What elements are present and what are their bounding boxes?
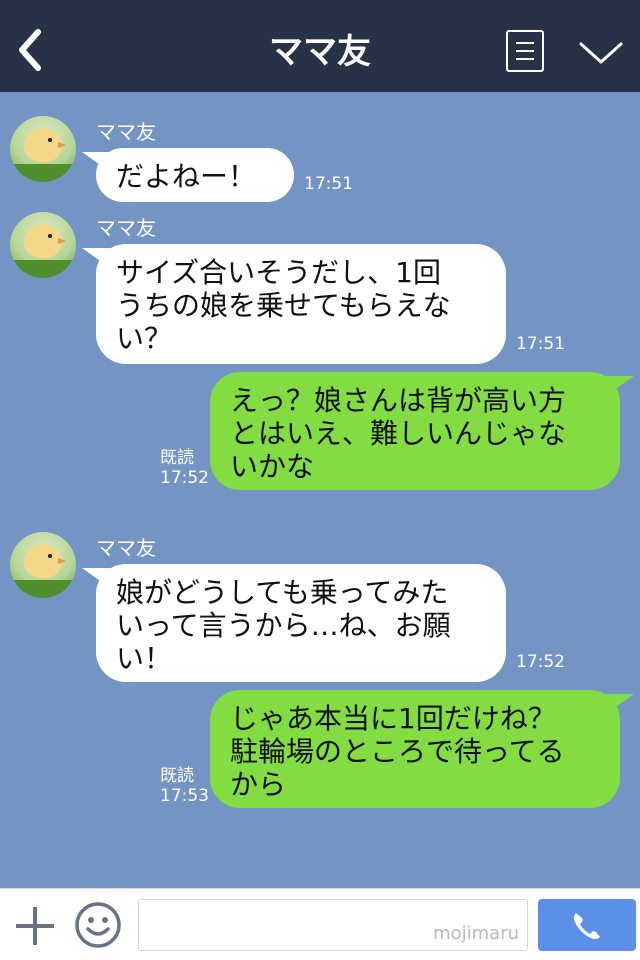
back-button[interactable]	[14, 28, 50, 72]
message-line: うちの娘を乗せてもらえな	[116, 289, 451, 322]
read-status: 既読 17:52	[160, 448, 209, 488]
collapse-button[interactable]	[578, 38, 624, 68]
avatar[interactable]	[10, 116, 76, 182]
message-line: から	[230, 768, 287, 801]
chevron-down-icon	[579, 42, 623, 64]
message-line: えっ？娘さんは背が高い方	[230, 384, 567, 417]
message-line: いって言うから…ね、お願	[116, 609, 451, 642]
chat-area[interactable]: ママ友 だよねー！ 17:51 ママ友 サイズ合いそうだし、1回 うちの娘を乗せ…	[0, 92, 640, 888]
message-line: じゃあ本当に1回だけね？	[230, 702, 556, 735]
message-time: 17:53	[160, 786, 209, 806]
chat-header: ママ友	[0, 0, 640, 92]
chat-title: ママ友	[269, 32, 371, 72]
message-line: とはいえ、難しいんじゃな	[230, 417, 567, 450]
message-line: 駐輪場のところで待ってる	[230, 735, 565, 768]
chevron-left-icon	[19, 29, 41, 71]
watermark: mojimaru	[433, 923, 519, 944]
note-icon	[516, 42, 534, 44]
message-time: 17:52	[516, 652, 565, 672]
message-time: 17:51	[516, 334, 565, 354]
emoji-button[interactable]	[74, 901, 122, 949]
incoming-message-bubble[interactable]: 娘がどうしても乗ってみた いって言うから…ね、お願 い！	[82, 564, 506, 682]
incoming-message-bubble[interactable]: だよねー！	[82, 148, 294, 202]
message-input[interactable]: mojimaru	[138, 899, 528, 951]
outgoing-message-bubble[interactable]: じゃあ本当に1回だけね？ 駐輪場のところで待ってる から	[210, 690, 634, 808]
avatar[interactable]	[10, 532, 76, 598]
message-line: サイズ合いそうだし、1回	[116, 256, 441, 289]
message-line: い？	[116, 322, 173, 355]
message-time: 17:52	[160, 468, 209, 488]
message-line: だよねー！	[116, 160, 257, 193]
incoming-message-bubble[interactable]: サイズ合いそうだし、1回 うちの娘を乗せてもらえな い？	[82, 244, 506, 364]
outgoing-message-bubble[interactable]: えっ？娘さんは背が高い方 とはいえ、難しいんじゃな いかな	[210, 372, 634, 490]
avatar[interactable]	[10, 212, 76, 278]
message-line: い！	[116, 642, 173, 675]
sender-name: ママ友	[96, 120, 156, 144]
message-line: 娘がどうしても乗ってみた	[116, 576, 449, 609]
add-button[interactable]	[14, 905, 56, 947]
read-status: 既読 17:53	[160, 766, 209, 806]
plus-icon	[16, 907, 54, 945]
phone-icon	[573, 913, 600, 940]
sender-name: ママ友	[96, 536, 156, 560]
call-button[interactable]	[538, 899, 636, 951]
smiley-icon	[75, 902, 121, 948]
sender-name: ママ友	[96, 216, 156, 240]
note-button[interactable]	[506, 30, 544, 72]
message-line: いかな	[230, 450, 315, 483]
message-time: 17:51	[304, 174, 353, 194]
read-receipt: 既読	[160, 448, 194, 468]
read-receipt: 既読	[160, 766, 194, 786]
input-bar: mojimaru	[0, 888, 640, 960]
